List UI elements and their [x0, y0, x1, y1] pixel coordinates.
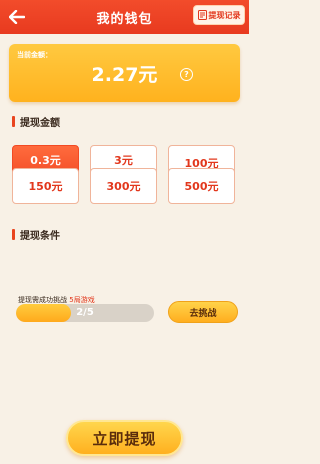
go-challenge-button[interactable]: 去挑战: [168, 301, 238, 323]
amount-option-label: 0.3元: [30, 154, 61, 167]
balance-label: 当前金额：: [17, 51, 52, 59]
amount-option[interactable]: 500元: [168, 168, 235, 204]
amount-option-label: 3元: [114, 154, 133, 167]
amount-option[interactable]: 150元: [12, 168, 79, 204]
withdraw-record-label: 提现记录: [208, 10, 241, 20]
section-title: 提现金额: [20, 118, 60, 129]
condition-main-text: 提现需成功挑战: [18, 296, 67, 304]
section-marker: [12, 229, 15, 240]
amount-option-label: 150元: [28, 180, 63, 193]
help-icon[interactable]: ?: [180, 68, 193, 81]
challenge-progress-bar: 2/5: [16, 304, 154, 322]
section-withdraw-amount: 提现金额: [12, 114, 60, 129]
section-marker: [12, 116, 15, 127]
section-title: 提现条件: [20, 231, 60, 242]
amount-option[interactable]: 300元: [90, 168, 157, 204]
amount-option-label: 300元: [106, 180, 141, 193]
balance-amount: 2.27元: [91, 64, 158, 86]
document-icon: [197, 10, 207, 20]
progress-text: 2/5: [76, 307, 94, 318]
amount-option-label: 500元: [184, 180, 219, 193]
withdraw-now-button[interactable]: 立即提现: [66, 420, 183, 456]
balance-card: 当前金额： 2.27元 ?: [9, 44, 240, 102]
header-bar: 我的钱包 提现记录: [0, 0, 249, 34]
section-withdraw-condition: 提现条件: [12, 227, 60, 242]
condition-highlight-text: 5局游戏: [69, 296, 95, 304]
withdraw-record-button[interactable]: 提现记录: [193, 5, 245, 25]
